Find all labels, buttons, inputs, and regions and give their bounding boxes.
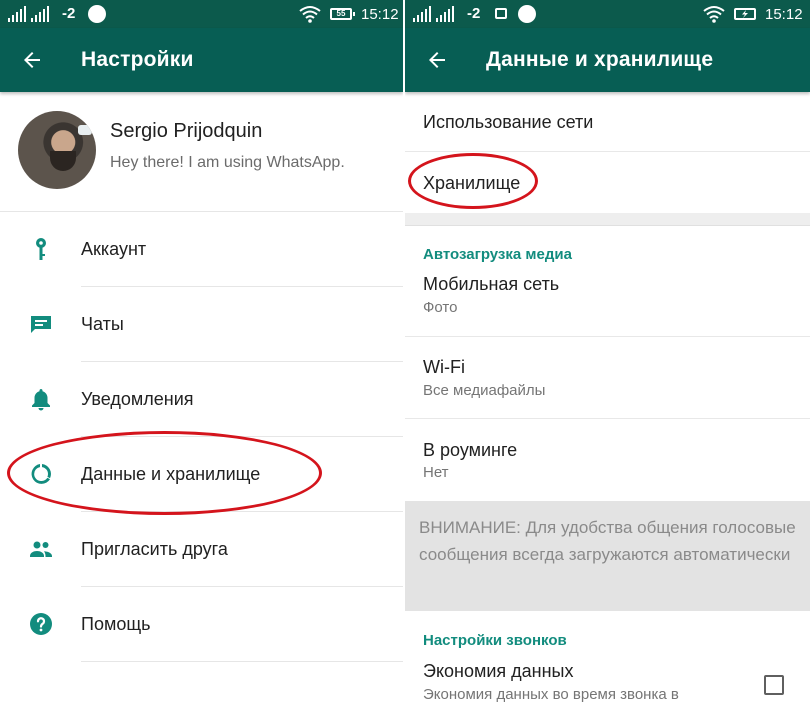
section-divider — [405, 213, 810, 226]
menu-item-label: Аккаунт — [81, 239, 147, 259]
menu-item-account[interactable]: Аккаунт — [0, 212, 403, 287]
signal-icon — [8, 6, 49, 22]
section-header-autodownload: Автозагрузка медиа — [423, 246, 572, 263]
menu-item-label: Чаты — [81, 314, 124, 334]
clock: 15:12 — [765, 6, 803, 23]
autodownload-notice: ВНИМАНИЕ: Для удобства общения голосовые… — [405, 501, 810, 611]
bell-icon — [32, 389, 50, 411]
menu-item-label: Данные и хранилище — [81, 464, 261, 484]
settings-screen: -2 55 15:12 Настройки Sergio Prijodquin … — [0, 0, 403, 720]
people-icon — [30, 541, 52, 557]
chat-icon — [31, 316, 51, 333]
menu-item-label: Пригласить друга — [81, 539, 228, 559]
arrow-left-icon[interactable] — [20, 48, 44, 72]
item-subtitle: Экономия данных во время звонка в — [423, 686, 679, 703]
app-toolbar: Настройки — [0, 28, 403, 92]
menu-item-invite[interactable]: Пригласить друга — [0, 512, 403, 587]
network-usage-item[interactable]: Использование сети — [405, 92, 810, 152]
data-usage-icon — [31, 464, 51, 484]
item-title: Wi-Fi — [423, 357, 465, 377]
roaming-item[interactable]: В роуминге Нет — [405, 419, 810, 501]
network-indicator: -2 — [62, 5, 76, 22]
page-title: Настройки — [81, 48, 194, 71]
key-icon — [36, 238, 46, 260]
profile-row[interactable]: Sergio Prijodquin Hey there! I am using … — [0, 92, 403, 212]
menu-item-label: Помощь — [81, 614, 151, 634]
help-icon — [30, 613, 52, 635]
menu-item-notifications[interactable]: Уведомления — [0, 362, 403, 437]
clock: 15:12 — [361, 6, 399, 23]
item-subtitle: Все медиафайлы — [423, 382, 546, 399]
item-title: Мобильная сеть — [423, 274, 560, 294]
storage-item[interactable]: Хранилище — [405, 152, 810, 213]
notification-dot-icon — [518, 5, 536, 23]
data-saving-item[interactable]: Экономия данных Экономия данных во время… — [405, 657, 810, 720]
menu-item-chats[interactable]: Чаты — [0, 287, 403, 362]
page-title: Данные и хранилище — [486, 48, 714, 71]
mobile-data-item[interactable]: Мобильная сеть Фото — [405, 268, 810, 337]
item-title: Экономия данных — [423, 661, 574, 681]
notification-dot-icon — [88, 5, 106, 23]
menu-item-help[interactable]: Помощь — [0, 587, 403, 662]
item-subtitle: Нет — [423, 464, 449, 481]
data-saving-checkbox[interactable] — [764, 675, 784, 695]
profile-name: Sergio Prijodquin — [110, 120, 263, 142]
signal-icon — [413, 6, 454, 22]
app-toolbar: Данные и хранилище — [405, 28, 810, 92]
image-icon — [495, 8, 507, 19]
data-storage-screen: -2 15:12 Данные и хранилище Использовани… — [405, 0, 810, 720]
section-header-calls: Настройки звонков — [423, 632, 567, 649]
wifi-item[interactable]: Wi-Fi Все медиафайлы — [405, 337, 810, 419]
status-bar: -2 55 15:12 — [0, 0, 403, 28]
item-title: Использование сети — [423, 112, 594, 132]
item-title: Хранилище — [423, 173, 521, 193]
wifi-icon — [299, 6, 321, 23]
menu-item-label: Уведомления — [81, 389, 194, 409]
battery-charging-icon — [734, 8, 756, 20]
network-indicator: -2 — [467, 5, 481, 22]
avatar[interactable] — [18, 111, 96, 189]
wifi-icon — [703, 6, 725, 23]
arrow-left-icon[interactable] — [425, 48, 449, 72]
menu-item-data-storage[interactable]: Данные и хранилище — [0, 437, 403, 512]
item-subtitle: Фото — [423, 299, 458, 316]
status-bar: -2 15:12 — [405, 0, 810, 28]
battery-icon: 55 — [330, 8, 355, 20]
item-title: В роуминге — [423, 440, 518, 460]
profile-status: Hey there! I am using WhatsApp. — [110, 154, 345, 171]
